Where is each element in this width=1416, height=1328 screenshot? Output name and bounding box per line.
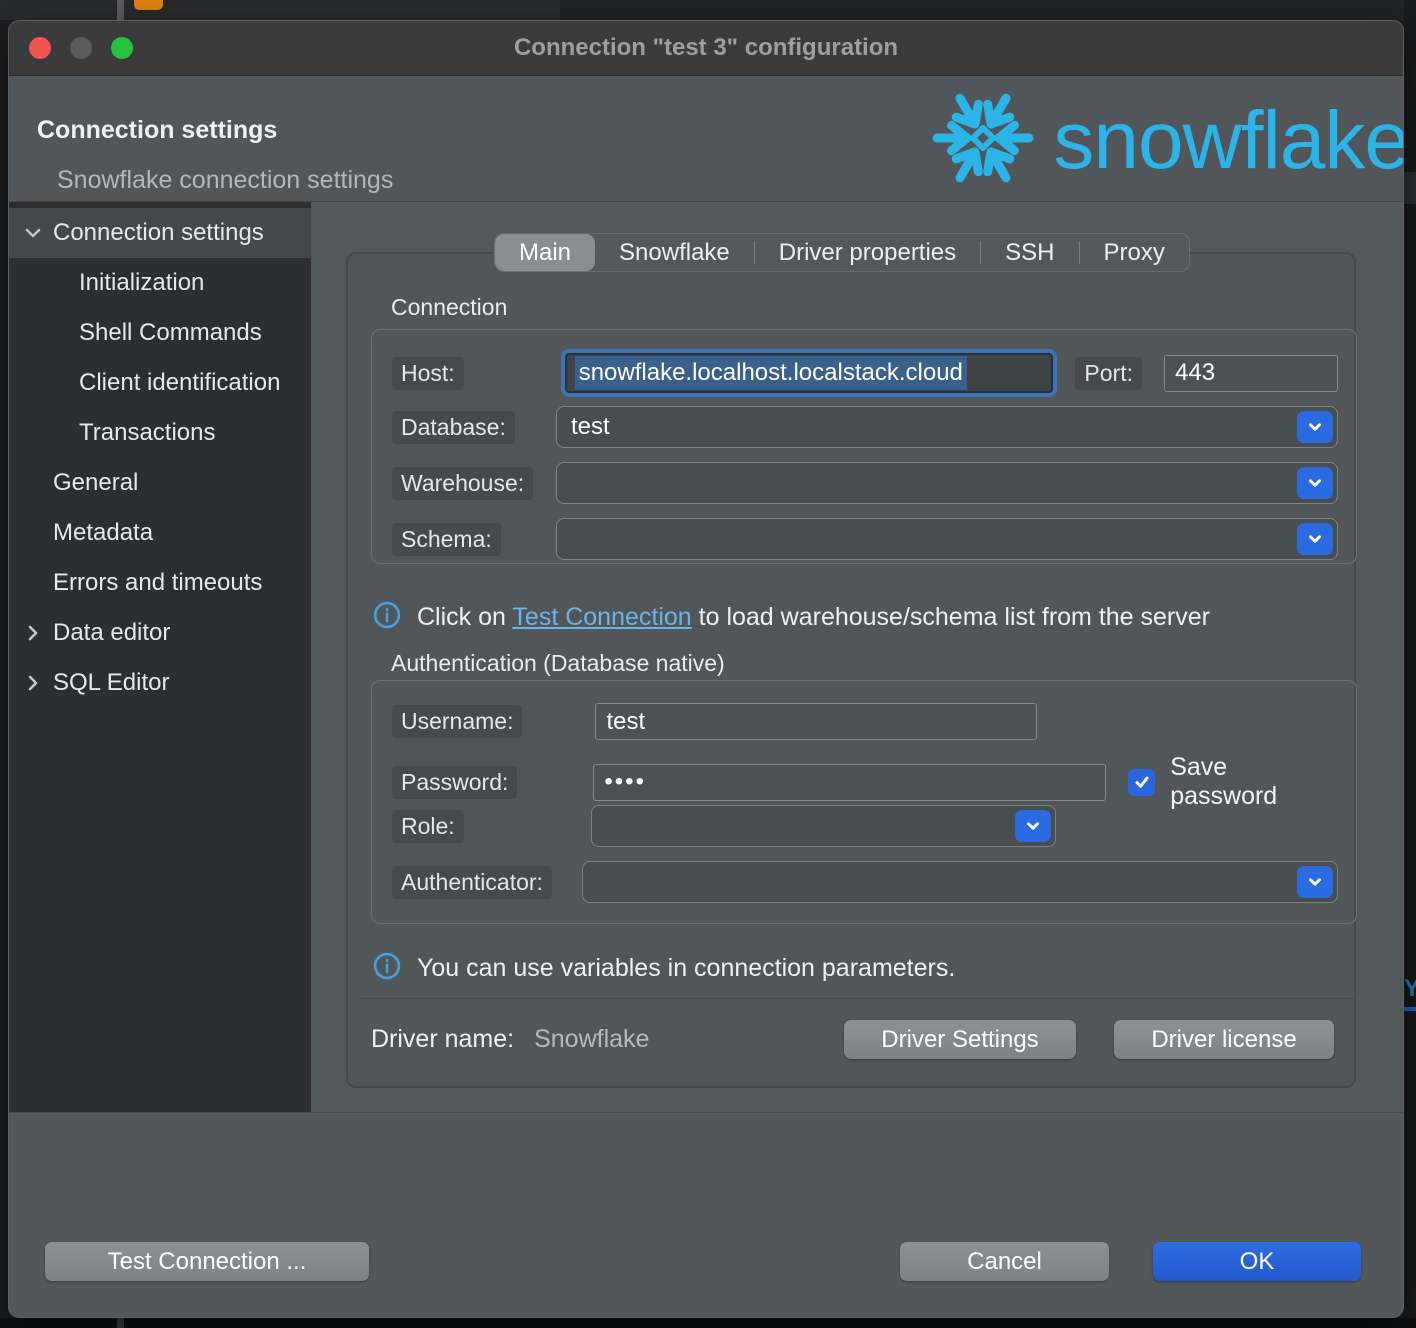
background-divider bbox=[117, 0, 124, 20]
password-row: Password: Save password bbox=[392, 753, 1338, 811]
sidebar-item-transactions[interactable]: Transactions bbox=[9, 408, 311, 458]
tab-main[interactable]: Main bbox=[495, 234, 595, 271]
port-input[interactable] bbox=[1164, 355, 1338, 392]
background-app-blue-icon: Y bbox=[1404, 975, 1416, 1003]
background-orange-icon bbox=[134, 0, 163, 10]
chevron-right-icon[interactable] bbox=[22, 622, 44, 644]
info-icon bbox=[373, 952, 401, 985]
title-bar[interactable]: Connection "test 3" configuration bbox=[9, 21, 1403, 76]
checkmark-icon bbox=[1133, 773, 1151, 791]
sidebar-item-shell-commands[interactable]: Shell Commands bbox=[9, 308, 311, 358]
snowflake-logo-text: snowflake bbox=[1053, 100, 1404, 182]
zoom-window-button[interactable] bbox=[111, 37, 133, 59]
test-connection-button[interactable]: Test Connection ... bbox=[45, 1242, 369, 1281]
background-app-strip-bottom bbox=[0, 1318, 1416, 1328]
chevron-down-icon[interactable] bbox=[1297, 411, 1333, 443]
variables-hint: You can use variables in connection para… bbox=[373, 952, 955, 985]
warehouse-row: Warehouse: bbox=[392, 462, 1338, 504]
sidebar-item-metadata[interactable]: Metadata bbox=[9, 508, 311, 558]
port-label: Port: bbox=[1075, 357, 1142, 390]
sidebar-item-initialization[interactable]: Initialization bbox=[9, 258, 311, 308]
host-row: Host: snowflake.localhost.localstack.clo… bbox=[392, 353, 1338, 393]
chevron-right-icon[interactable] bbox=[22, 672, 44, 694]
tab-snowflake[interactable]: Snowflake bbox=[595, 234, 754, 271]
test-connection-hint: Click on Test Connection to load warehou… bbox=[373, 601, 1210, 634]
traffic-lights bbox=[29, 21, 133, 75]
role-combo[interactable] bbox=[591, 805, 1056, 847]
connection-configuration-dialog: Connection "test 3" configuration Connec… bbox=[8, 20, 1404, 1318]
password-label: Password: bbox=[392, 766, 517, 799]
username-label: Username: bbox=[392, 705, 522, 738]
schema-combo[interactable] bbox=[556, 518, 1338, 560]
chevron-down-icon[interactable] bbox=[1297, 467, 1333, 499]
chevron-down-icon[interactable] bbox=[1297, 523, 1333, 555]
tab-ssh[interactable]: SSH bbox=[981, 234, 1078, 271]
connection-group: Host: snowflake.localhost.localstack.clo… bbox=[371, 329, 1357, 564]
cancel-button[interactable]: Cancel bbox=[900, 1242, 1109, 1281]
close-window-button[interactable] bbox=[29, 37, 51, 59]
warehouse-label: Warehouse: bbox=[392, 467, 533, 500]
host-label: Host: bbox=[392, 357, 464, 390]
ok-button[interactable]: OK bbox=[1153, 1242, 1361, 1281]
chevron-down-icon[interactable] bbox=[1015, 810, 1051, 842]
main-tab-panel: Connection Host: snowflake.localhost.loc… bbox=[346, 252, 1356, 1088]
host-input[interactable]: snowflake.localhost.localstack.cloud bbox=[565, 353, 1054, 393]
driver-row: Driver name: Snowflake Driver Settings D… bbox=[371, 1020, 1334, 1059]
dialog-header: Connection settings Snowflake connection… bbox=[9, 76, 1403, 202]
role-label: Role: bbox=[392, 810, 464, 843]
tab-proxy[interactable]: Proxy bbox=[1080, 234, 1189, 271]
schema-row: Schema: bbox=[392, 518, 1338, 560]
authentication-group-label: Authentication (Database native) bbox=[391, 650, 725, 677]
database-combo[interactable]: test bbox=[556, 406, 1338, 448]
background-app-blue-line bbox=[1404, 1007, 1416, 1011]
sidebar-item-sql-editor[interactable]: SQL Editor bbox=[9, 658, 311, 708]
password-input[interactable] bbox=[593, 764, 1106, 801]
database-row: Database: test bbox=[392, 406, 1338, 448]
window-title: Connection "test 3" configuration bbox=[514, 34, 898, 62]
save-password-checkbox[interactable] bbox=[1128, 769, 1155, 796]
snowflake-mark-icon bbox=[923, 78, 1043, 203]
chevron-down-icon[interactable] bbox=[22, 222, 44, 244]
driver-divider bbox=[361, 998, 1355, 999]
settings-tree: Connection settings Initialization Shell… bbox=[9, 202, 311, 1112]
driver-license-button[interactable]: Driver license bbox=[1114, 1020, 1334, 1059]
driver-name-value: Snowflake bbox=[534, 1025, 649, 1054]
username-row: Username: bbox=[392, 703, 1338, 740]
database-label: Database: bbox=[392, 411, 515, 444]
driver-settings-button[interactable]: Driver Settings bbox=[844, 1020, 1076, 1059]
page-subtitle: Snowflake connection settings bbox=[57, 166, 393, 195]
background-divider-bottom bbox=[117, 1318, 124, 1328]
sidebar-item-data-editor[interactable]: Data editor bbox=[9, 608, 311, 658]
settings-content: Main Snowflake Driver properties SSH Pro… bbox=[311, 202, 1403, 1112]
authenticator-combo[interactable] bbox=[582, 861, 1338, 903]
driver-name-label: Driver name: bbox=[371, 1025, 514, 1054]
background-app-strip-dark bbox=[560, 0, 1416, 20]
sidebar-item-errors-and-timeouts[interactable]: Errors and timeouts bbox=[9, 558, 311, 608]
save-password-label: Save password bbox=[1170, 753, 1338, 811]
warehouse-combo[interactable] bbox=[556, 462, 1338, 504]
dialog-body: Connection settings Initialization Shell… bbox=[9, 202, 1403, 1112]
chevron-down-icon[interactable] bbox=[1297, 866, 1333, 898]
username-input[interactable] bbox=[595, 703, 1037, 740]
role-row: Role: bbox=[392, 805, 1338, 847]
tab-bar: Main Snowflake Driver properties SSH Pro… bbox=[494, 233, 1190, 272]
authentication-group: Username: Password: Save password bbox=[371, 680, 1357, 924]
background-app-edge-block bbox=[1404, 172, 1416, 204]
authenticator-row: Authenticator: bbox=[392, 861, 1338, 903]
page-title: Connection settings bbox=[37, 116, 277, 145]
snowflake-logo: snowflake bbox=[923, 78, 1404, 203]
connection-group-label: Connection bbox=[391, 294, 507, 321]
minimize-window-button[interactable] bbox=[70, 37, 92, 59]
sidebar-item-connection-settings[interactable]: Connection settings bbox=[9, 208, 311, 258]
dialog-footer: Test Connection ... Cancel OK bbox=[9, 1112, 1403, 1318]
sidebar-item-client-identification[interactable]: Client identification bbox=[9, 358, 311, 408]
authenticator-label: Authenticator: bbox=[392, 866, 552, 899]
test-connection-link[interactable]: Test Connection bbox=[512, 603, 691, 631]
tab-driver-properties[interactable]: Driver properties bbox=[755, 234, 980, 271]
sidebar-item-general[interactable]: General bbox=[9, 458, 311, 508]
info-icon bbox=[373, 601, 401, 634]
schema-label: Schema: bbox=[392, 523, 501, 556]
